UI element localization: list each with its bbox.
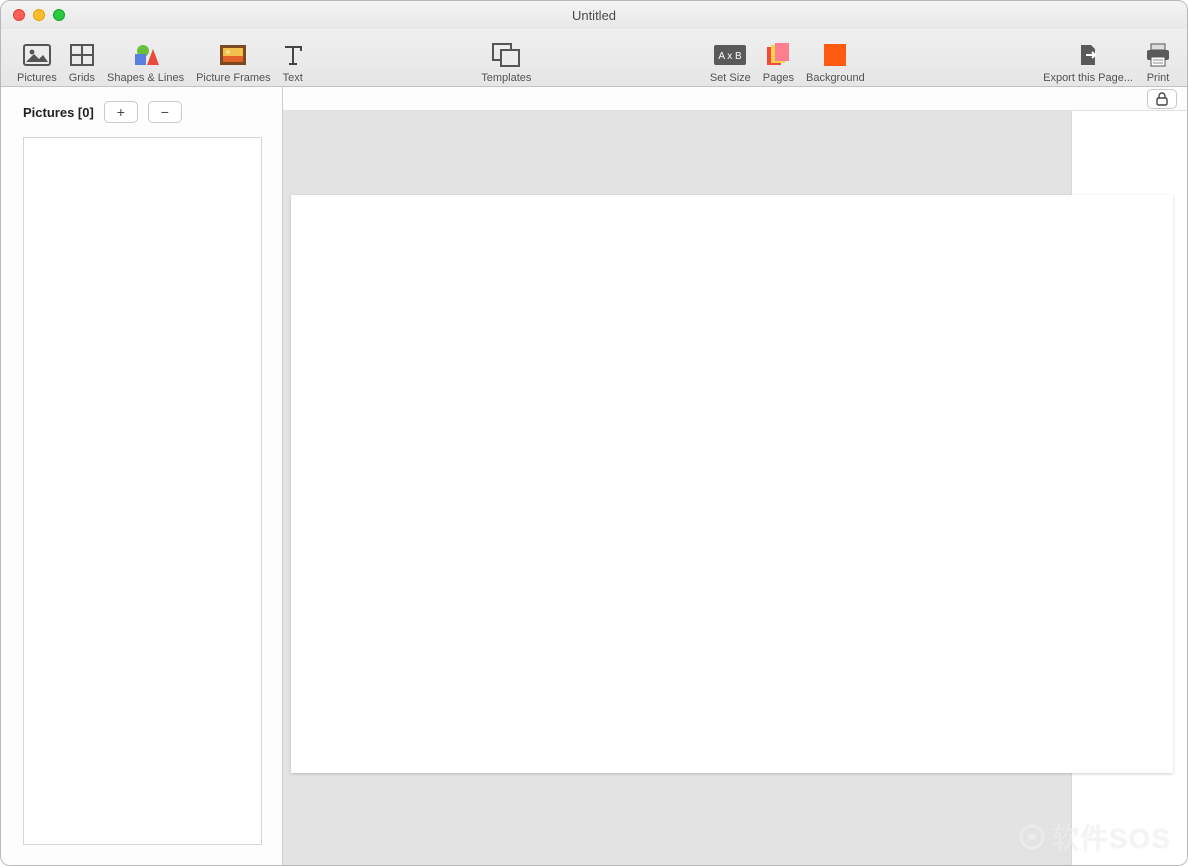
grids-icon <box>70 40 94 70</box>
picture-frames-icon <box>220 40 246 70</box>
set-size-button[interactable]: A x B Set Size <box>704 40 757 84</box>
pictures-list[interactable] <box>23 137 262 845</box>
toolbar: Pictures Grids Shapes & Lines Picture Fr… <box>1 29 1187 87</box>
templates-label: Templates <box>481 72 531 84</box>
shapes-icon <box>131 40 161 70</box>
pages-button[interactable]: Pages <box>757 40 800 84</box>
templates-icon <box>491 40 521 70</box>
print-icon <box>1145 40 1171 70</box>
app-window: Untitled Pictures Grids Shapes & Lines <box>0 0 1188 866</box>
zoom-window-button[interactable] <box>53 9 65 21</box>
background-icon <box>824 40 846 70</box>
templates-button[interactable]: Templates <box>475 40 537 84</box>
set-size-icon: A x B <box>714 40 746 70</box>
titlebar: Untitled <box>1 1 1187 29</box>
canvas-topbar <box>283 87 1187 111</box>
pictures-button[interactable]: Pictures <box>11 40 63 84</box>
set-size-label: Set Size <box>710 72 751 84</box>
close-window-button[interactable] <box>13 9 25 21</box>
plus-icon: + <box>117 104 125 120</box>
pages-label: Pages <box>763 72 794 84</box>
shapes-lines-label: Shapes & Lines <box>107 72 184 84</box>
sidebar: Pictures [0] + − <box>1 87 283 865</box>
background-label: Background <box>806 72 865 84</box>
watermark-text: 软件SOS <box>1051 817 1171 857</box>
watermark: 软件SOS <box>1019 817 1171 857</box>
text-icon <box>283 40 303 70</box>
sidebar-title: Pictures [0] <box>23 105 94 120</box>
grids-label: Grids <box>69 72 95 84</box>
sidebar-header: Pictures [0] + − <box>1 87 282 133</box>
print-button[interactable]: Print <box>1139 40 1177 84</box>
picture-frames-button[interactable]: Picture Frames <box>190 40 277 84</box>
lock-button[interactable] <box>1147 89 1177 109</box>
export-icon <box>1077 40 1099 70</box>
text-label: Text <box>283 72 303 84</box>
window-controls <box>1 9 65 21</box>
minimize-window-button[interactable] <box>33 9 45 21</box>
content-area: Pictures [0] + − <box>1 87 1187 865</box>
background-button[interactable]: Background <box>800 40 871 84</box>
minus-icon: − <box>161 104 169 120</box>
add-picture-button[interactable]: + <box>104 101 138 123</box>
grids-button[interactable]: Grids <box>63 40 101 84</box>
svg-text:A x B: A x B <box>719 51 743 62</box>
picture-frames-label: Picture Frames <box>196 72 271 84</box>
canvas-viewport[interactable]: 软件SOS <box>283 111 1187 865</box>
text-button[interactable]: Text <box>277 40 309 84</box>
shapes-lines-button[interactable]: Shapes & Lines <box>101 40 190 84</box>
window-title: Untitled <box>1 8 1187 23</box>
page-canvas[interactable] <box>291 195 1173 773</box>
remove-picture-button[interactable]: − <box>148 101 182 123</box>
watermark-icon <box>1019 824 1045 850</box>
print-label: Print <box>1147 72 1170 84</box>
pictures-icon <box>23 40 51 70</box>
pictures-label: Pictures <box>17 72 57 84</box>
export-page-button[interactable]: Export this Page... <box>1037 40 1139 84</box>
pages-icon <box>765 40 791 70</box>
lock-icon <box>1156 92 1168 106</box>
canvas-area: 软件SOS <box>283 87 1187 865</box>
export-label: Export this Page... <box>1043 72 1133 84</box>
